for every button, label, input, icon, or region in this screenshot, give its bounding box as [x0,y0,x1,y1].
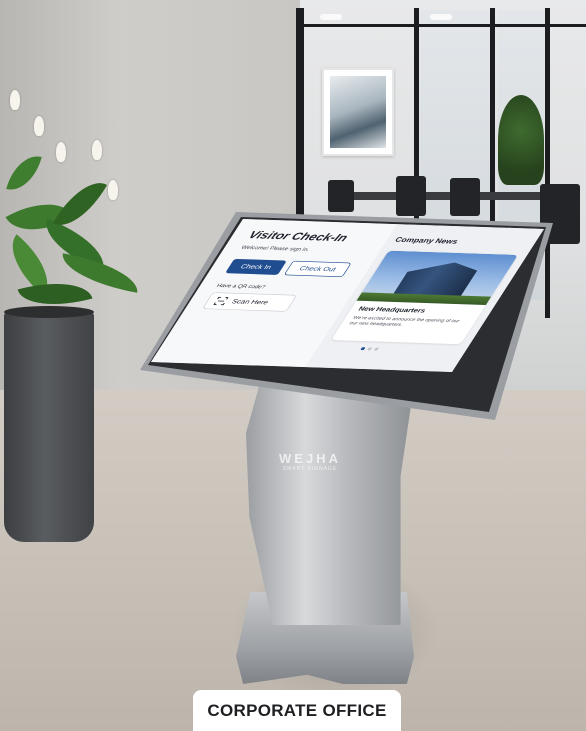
qr-scan-icon [213,296,229,306]
brand-logo: WEJHA SMART SIGNAGE [270,451,350,472]
checkin-subtitle: Welcome! Please sign in. [240,244,311,253]
brand-tagline: SMART SIGNAGE [282,466,338,472]
window-mullion [545,8,550,318]
plant-flower [56,142,66,162]
office-chair [396,176,426,216]
kiosk-stand [246,385,414,625]
scan-here-button[interactable]: Scan Here [202,292,298,312]
carousel-dots [360,347,380,351]
window-rail [300,24,586,27]
brand-name: WEJHA [279,451,341,466]
location-caption: CORPORATE OFFICE [193,690,401,731]
plant-flower [108,180,118,200]
artwork-image [330,76,386,148]
carousel-dot-icon[interactable] [366,347,373,351]
meeting-table [352,192,542,200]
plant-flower [34,116,44,136]
plant-flower [92,140,102,160]
background-plant [498,95,544,185]
news-article-title: New Headquarters [356,305,428,315]
ceiling-light [320,14,342,20]
scene: WEJHA SMART SIGNAGE Visitor Check-In Wel… [0,0,586,731]
qr-prompt: Have a QR code? [215,282,267,290]
plant-flower [10,90,20,110]
tree-line [356,292,492,305]
ceiling-light [430,14,452,20]
wall-artwork [322,68,394,156]
planter-rim [4,306,94,318]
checkin-title: Visitor Check-In [246,229,351,244]
check-out-button[interactable]: Check Out [283,260,352,278]
news-article-body: We're excited to announce the opening of… [348,315,461,328]
office-chair [450,178,480,216]
scan-label: Scan Here [230,298,270,306]
carousel-dot-icon[interactable] [360,347,366,351]
planter-pot [4,312,94,542]
check-in-button[interactable]: Check In [225,258,287,275]
office-chair [328,180,354,212]
